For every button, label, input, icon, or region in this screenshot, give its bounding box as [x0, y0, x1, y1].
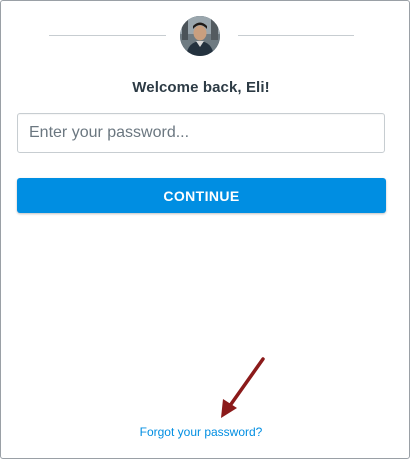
red-arrow-icon — [221, 357, 265, 418]
password-input[interactable] — [17, 113, 385, 153]
avatar-photo-icon — [180, 16, 220, 56]
divider-right — [238, 35, 354, 36]
login-card: Welcome back, Eli! CONTINUE Forgot your … — [0, 0, 410, 459]
continue-button[interactable]: CONTINUE — [17, 178, 386, 213]
divider-left — [49, 35, 166, 36]
forgot-password-link[interactable]: Forgot your password? — [1, 425, 401, 439]
welcome-heading: Welcome back, Eli! — [132, 79, 270, 96]
user-avatar — [180, 16, 220, 56]
